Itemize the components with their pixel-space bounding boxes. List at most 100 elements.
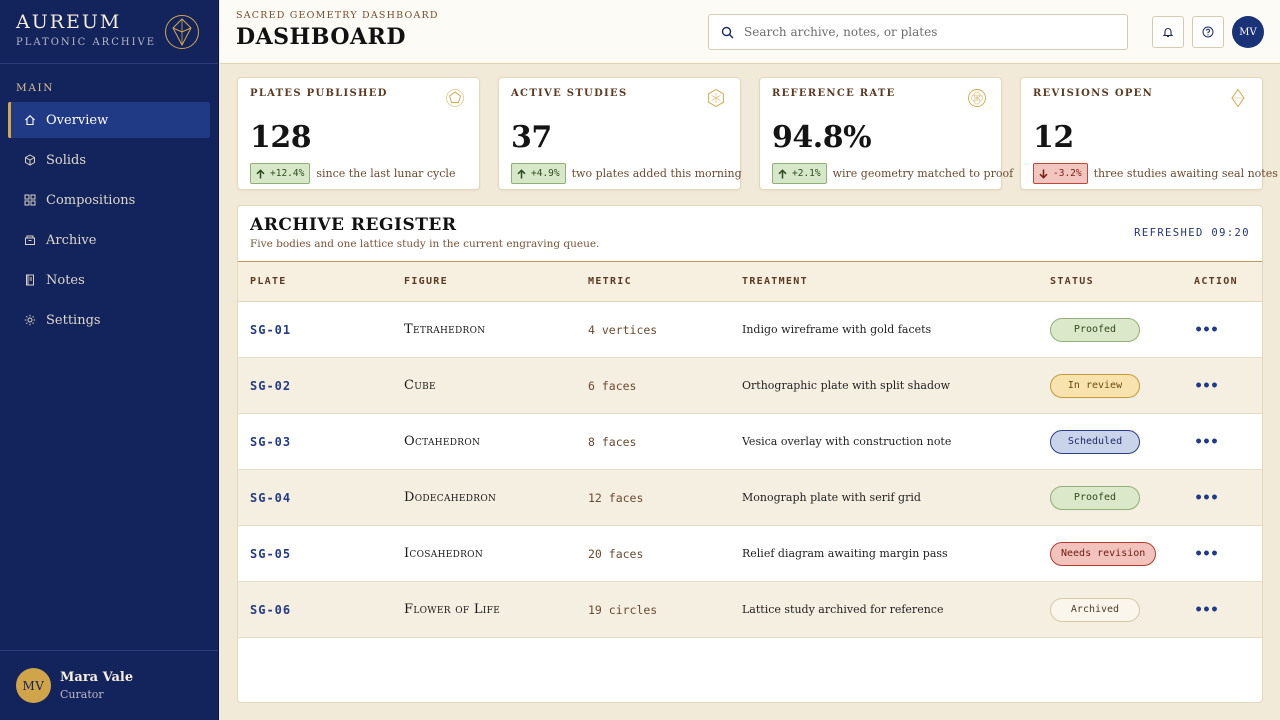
arrow-up-icon (517, 168, 526, 178)
column-header-action: ACTION (1194, 276, 1238, 287)
seed-of-life-icon (968, 89, 986, 107)
delta-value: -3.2% (1053, 168, 1082, 179)
page-title: DASHBOARD (236, 24, 406, 50)
top-header: SACRED GEOMETRY DASHBOARD DASHBOARD MV (220, 0, 1280, 64)
more-dots-icon: ••• (1194, 433, 1219, 450)
sidebar-item-label: Archive (46, 232, 97, 248)
figure-name: Octahedron (404, 434, 481, 449)
column-header-treatment[interactable]: TREATMENT (742, 276, 808, 287)
plate-id[interactable]: SG-01 (250, 302, 291, 357)
header-avatar[interactable]: MV (1232, 16, 1264, 48)
plate-id[interactable]: SG-05 (250, 526, 291, 581)
kpi-note: two plates added this morning (571, 167, 742, 180)
search-input[interactable] (744, 25, 1104, 39)
more-dots-icon: ••• (1194, 545, 1219, 562)
sidebar-item-label: Settings (46, 312, 101, 328)
sidebar-item-compositions[interactable]: Compositions (8, 182, 210, 218)
figure-name: Icosahedron (404, 546, 484, 561)
brand: AUREUM PLATONIC ARCHIVE (0, 0, 218, 64)
more-dots-icon: ••• (1194, 321, 1219, 338)
status-badge: Proofed (1050, 485, 1140, 510)
treatment-text: Lattice study archived for reference (742, 603, 944, 616)
plate-id[interactable]: SG-06 (250, 582, 291, 637)
cube-icon (24, 154, 36, 166)
kpi-value: 37 (511, 120, 552, 155)
row-actions-button[interactable]: ••• (1194, 414, 1219, 469)
sidebar-item-overview[interactable]: Overview (8, 102, 210, 138)
row-actions-button[interactable]: ••• (1194, 358, 1219, 413)
plate-id[interactable]: SG-03 (250, 414, 291, 469)
sidebar-item-label: Compositions (46, 192, 136, 208)
sidebar-item-label: Overview (46, 112, 109, 128)
metric-value: 4 vertices (588, 322, 658, 337)
table-row[interactable]: SG-05 Icosahedron 20 faces Relief diagra… (238, 526, 1262, 582)
figure-name: Tetrahedron (404, 322, 486, 337)
search-box[interactable] (708, 14, 1128, 50)
table-row[interactable]: SG-01 Tetrahedron 4 vertices Indigo wire… (238, 302, 1262, 358)
metric-value: 8 faces (588, 434, 637, 449)
grid-icon (24, 194, 36, 206)
sidebar-item-settings[interactable]: Settings (8, 302, 210, 338)
column-header-plate[interactable]: PLATE (250, 276, 287, 287)
user-card[interactable]: MV Mara Vale Curator (0, 650, 218, 720)
sidebar-item-notes[interactable]: Notes (8, 262, 210, 298)
kpi-card-plates-published: PLATES PUBLISHED 128 +12.4% since the la… (237, 77, 480, 190)
treatment-text: Indigo wireframe with gold facets (742, 323, 932, 336)
row-actions-button[interactable]: ••• (1194, 526, 1219, 581)
column-header-status[interactable]: STATUS (1050, 276, 1094, 287)
help-button[interactable] (1192, 16, 1224, 48)
nav-section-label: MAIN (16, 82, 55, 94)
delta-badge: +4.9% (511, 163, 566, 184)
kpi-note: wire geometry matched to proof (832, 167, 1014, 180)
home-icon (24, 114, 36, 126)
status-badge: Proofed (1050, 317, 1140, 342)
row-actions-button[interactable]: ••• (1194, 470, 1219, 525)
kpi-label: REFERENCE RATE (772, 88, 896, 99)
table-header: PLATE FIGURE METRIC TREATMENT STATUS ACT… (238, 261, 1262, 302)
arrow-up-icon (778, 168, 787, 178)
header-eyebrow: SACRED GEOMETRY DASHBOARD (236, 10, 439, 21)
help-icon (1202, 26, 1214, 38)
delta-value: +2.1% (792, 168, 821, 179)
table-row[interactable]: SG-03 Octahedron 8 faces Vesica overlay … (238, 414, 1262, 470)
table-row[interactable]: SG-06 Flower of Life 19 circles Lattice … (238, 582, 1262, 638)
arrow-up-icon (256, 168, 265, 178)
status-badge: Scheduled (1050, 429, 1140, 454)
delta-value: +4.9% (531, 168, 560, 179)
plate-id[interactable]: SG-02 (250, 358, 291, 413)
gear-icon (24, 314, 36, 326)
arrow-down-icon (1039, 169, 1048, 179)
panel-subtitle: Five bodies and one lattice study in the… (250, 238, 600, 250)
figure-name: Flower of Life (404, 602, 501, 617)
pentagon-icon (446, 89, 464, 107)
bell-icon (1162, 28, 1174, 38)
metric-value: 6 faces (588, 378, 637, 393)
archive-box-icon (24, 234, 36, 246)
sidebar-item-archive[interactable]: Archive (8, 222, 210, 258)
panel-title: ARCHIVE REGISTER (250, 215, 457, 235)
column-header-metric[interactable]: METRIC (588, 276, 632, 287)
delta-badge: +12.4% (250, 163, 311, 184)
row-actions-button[interactable]: ••• (1194, 582, 1219, 637)
sidebar-item-solids[interactable]: Solids (8, 142, 210, 178)
treatment-text: Monograph plate with serif grid (742, 491, 921, 504)
delta-badge: -3.2% (1033, 163, 1088, 184)
table-row[interactable]: SG-02 Cube 6 faces Orthographic plate wi… (238, 358, 1262, 414)
sidebar-item-label: Notes (46, 272, 85, 288)
treatment-text: Orthographic plate with split shadow (742, 379, 951, 392)
delta-value: +12.4% (270, 168, 305, 179)
kpi-label: ACTIVE STUDIES (511, 88, 628, 99)
column-header-figure[interactable]: FIGURE (404, 276, 448, 287)
notifications-button[interactable] (1152, 16, 1184, 48)
notebook-icon (24, 274, 36, 286)
row-actions-button[interactable]: ••• (1194, 302, 1219, 357)
table-row[interactable]: SG-04 Dodecahedron 12 faces Monograph pl… (238, 470, 1262, 526)
kpi-card-active-studies: ACTIVE STUDIES 37 +4.9% two plates added… (498, 77, 742, 190)
archive-register-panel: ARCHIVE REGISTER Five bodies and one lat… (237, 205, 1263, 703)
kpi-note: three studies awaiting seal notes (1093, 167, 1278, 180)
plate-id[interactable]: SG-04 (250, 470, 291, 525)
more-dots-icon: ••• (1194, 601, 1219, 618)
treatment-text: Vesica overlay with construction note (742, 435, 952, 448)
sidebar-item-label: Solids (46, 152, 87, 168)
kpi-value: 94.8% (772, 120, 872, 155)
